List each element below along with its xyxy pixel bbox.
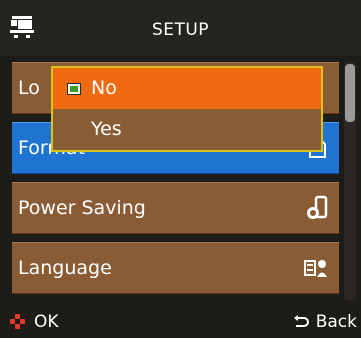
- power-saving-icon: [307, 195, 328, 219]
- ok-label: OK: [34, 312, 59, 332]
- menu-item-label: Language: [18, 257, 112, 279]
- checked-icon: [67, 83, 81, 95]
- popup-option-label: Yes: [91, 118, 122, 140]
- language-icon: [304, 260, 327, 277]
- header-bar: SETUP: [0, 0, 361, 56]
- footer-bar: OK Back: [0, 304, 361, 338]
- dpad-icon: [10, 314, 26, 330]
- scrollbar-thumb[interactable]: [345, 64, 355, 122]
- back-hint[interactable]: Back: [292, 312, 357, 332]
- menu-item-power-saving[interactable]: Power Saving: [12, 182, 339, 234]
- setup-screen: SETUP Lo Format Power Saving Language: [0, 0, 361, 338]
- back-label: Back: [315, 312, 357, 332]
- back-arrow-icon: [293, 315, 309, 327]
- menu-item-language[interactable]: Language: [12, 242, 339, 294]
- popup-option-yes[interactable]: Yes: [53, 109, 321, 150]
- popup-option-label: No: [91, 77, 117, 99]
- menu-item-label: Lo: [18, 77, 40, 99]
- ok-hint[interactable]: OK: [10, 312, 59, 332]
- page-title: SETUP: [151, 20, 210, 40]
- menu-item-label: Power Saving: [18, 197, 146, 219]
- scrollbar[interactable]: [344, 62, 356, 300]
- popup-option-no[interactable]: No: [53, 68, 321, 109]
- format-confirm-popup: No Yes: [51, 66, 323, 152]
